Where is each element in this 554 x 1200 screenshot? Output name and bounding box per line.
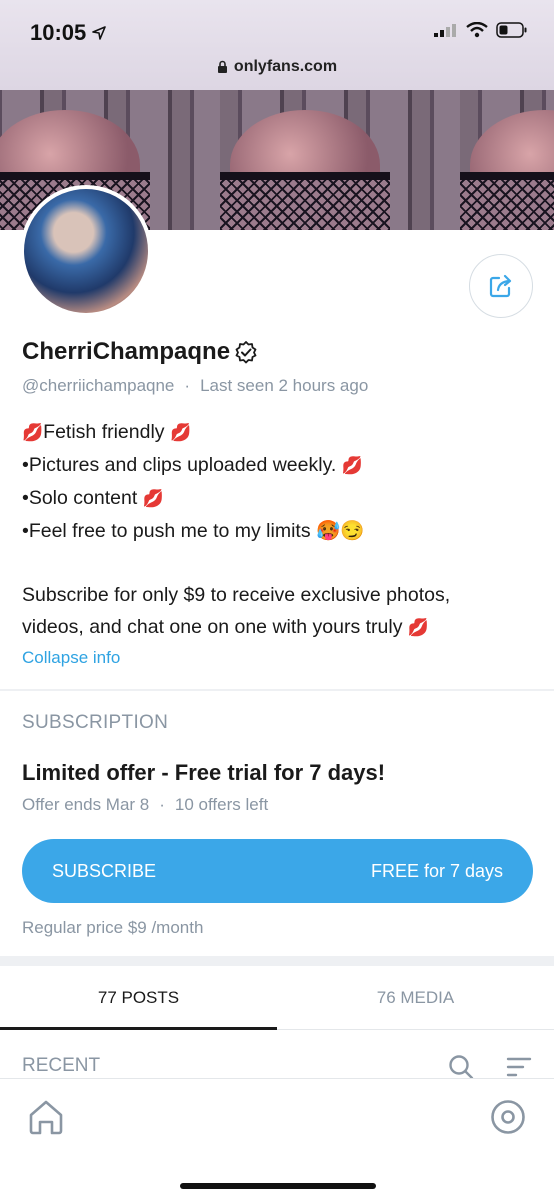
lock-icon (217, 60, 227, 73)
bio-line: Subscribe for only $9 to receive exclusi… (22, 584, 451, 606)
bio-line: •Feel free to push me to my limits 🥵😏 (22, 520, 365, 542)
home-indicator (180, 1183, 376, 1189)
regular-price: Regular price $9 /month (22, 918, 204, 937)
offer-ends: Offer ends Mar 8 (22, 795, 150, 814)
offers-left: 10 offers left (174, 795, 269, 814)
subscribe-button[interactable]: SUBSCRIBE FREE for 7 days (22, 839, 533, 903)
wifi-icon (466, 22, 488, 38)
offer-meta: Offer ends Mar 8 · 10 offers left (22, 795, 269, 814)
emoji-icon: 🥵😏 (316, 520, 365, 542)
home-icon[interactable] (26, 1097, 66, 1137)
avatar[interactable] (20, 185, 152, 317)
profile-handle: @cherriichampaqne (22, 376, 175, 395)
status-time: 10:05 (30, 20, 107, 46)
battery-icon (496, 22, 527, 38)
time-text: 10:05 (30, 20, 87, 45)
subscribe-price: FREE for 7 days (370, 860, 503, 881)
signal-icon (434, 24, 456, 37)
collapse-info-link[interactable]: Collapse info (22, 648, 120, 668)
share-button[interactable] (469, 254, 533, 318)
url-text: onlyfans.com (233, 58, 338, 75)
recent-heading: RECENT (22, 1055, 101, 1076)
offer-title: Limited offer - Free trial for 7 days! (22, 760, 386, 785)
profile-icon[interactable] (490, 1099, 526, 1135)
bio-line: •Pictures and clips uploaded weekly. 💋 (22, 454, 363, 476)
lips-icon: 💋 (142, 489, 164, 508)
bottom-nav (0, 1078, 554, 1200)
tab-media[interactable]: 76 MEDIA (277, 966, 554, 1029)
divider (0, 689, 554, 691)
lips-icon: 💋 (407, 618, 430, 637)
bio-line: 💋Fetish friendly 💋 (22, 421, 192, 443)
lips-icon: 💋 (22, 423, 44, 442)
sort-icon[interactable] (506, 1054, 532, 1080)
share-icon (489, 274, 512, 298)
browser-top-bar: 10:05 onlyfans.com (0, 0, 554, 90)
verified-icon (235, 341, 257, 364)
profile-name: CherriChampaqne (22, 338, 258, 366)
divider (0, 956, 554, 966)
lips-icon: 💋 (169, 423, 192, 442)
subscribe-label: SUBSCRIBE (52, 860, 157, 881)
url-bar[interactable]: onlyfans.com (0, 58, 554, 76)
lips-icon: 💋 (341, 456, 363, 475)
search-icon[interactable] (448, 1054, 474, 1080)
last-seen: Last seen 2 hours ago (200, 376, 369, 395)
profile-meta: @cherriichampaqne · Last seen 2 hours ag… (22, 376, 369, 395)
bio-line: •Solo content 💋 (22, 487, 164, 509)
bio-line: videos, and chat one on one with yours t… (22, 616, 430, 638)
feed-tools (448, 1054, 532, 1080)
tab-posts[interactable]: 77 POSTS (0, 966, 277, 1030)
status-icons (434, 22, 528, 38)
subscription-heading: SUBSCRIPTION (22, 712, 169, 733)
content-tabs: 77 POSTS 76 MEDIA (0, 966, 554, 1030)
profile-bio: 💋Fetish friendly 💋 •Pictures and clips u… (22, 416, 532, 644)
location-arrow-icon (92, 26, 107, 40)
profile-name-text: CherriChampaqne (22, 338, 231, 365)
